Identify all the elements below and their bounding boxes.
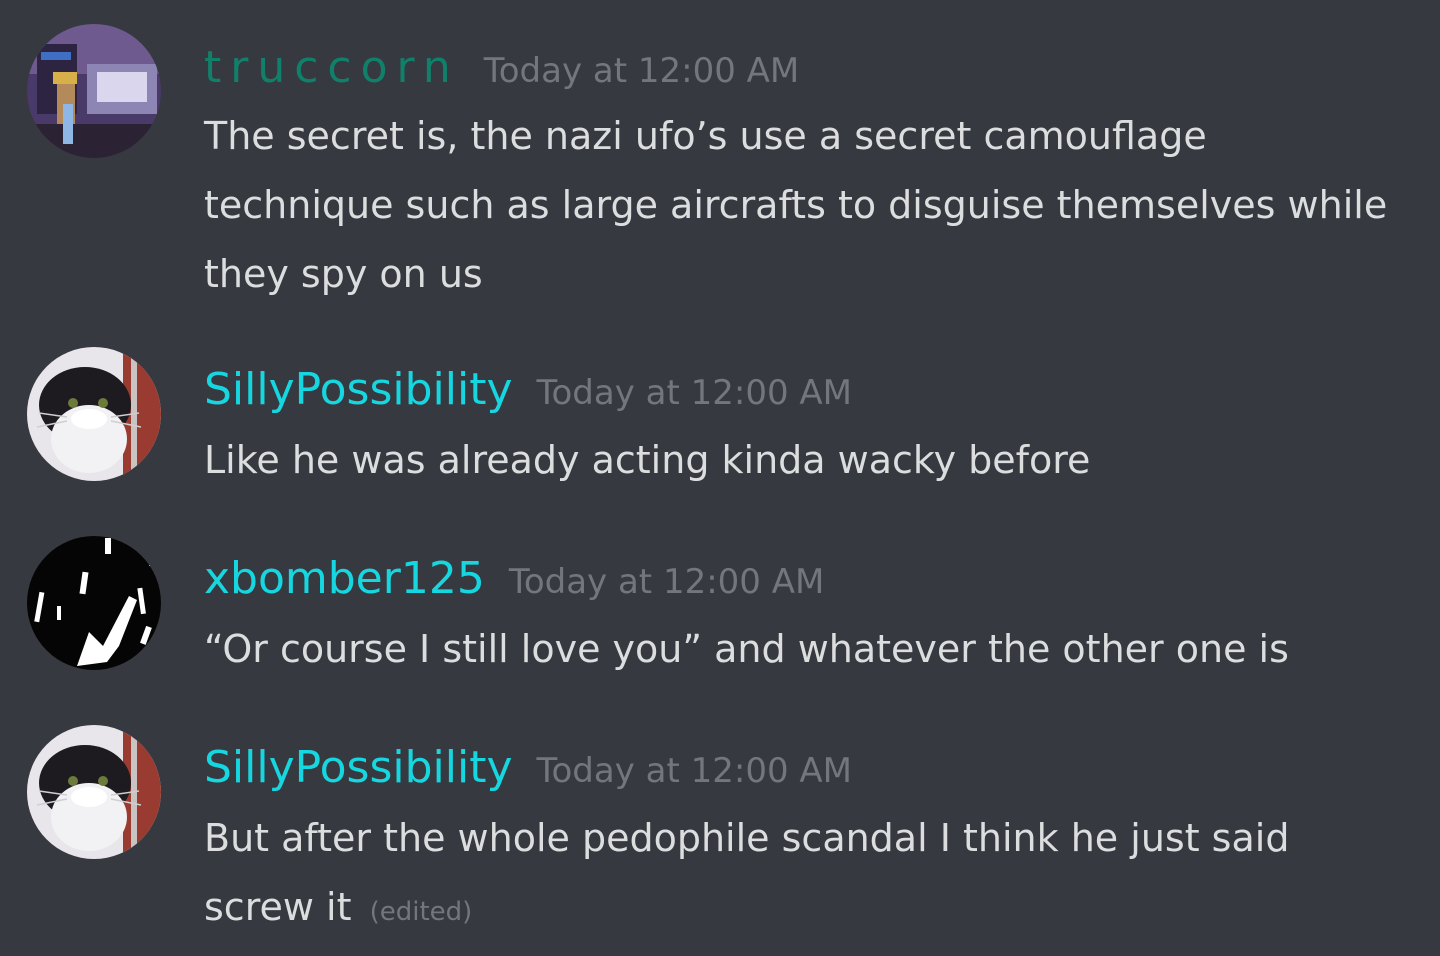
username[interactable]: SillyPossibility <box>204 746 513 790</box>
message-text: But after the whole pedophile scandal I … <box>204 816 1290 929</box>
message-text: “Or course I still love you” and whateve… <box>204 627 1289 671</box>
avatar-street-scene-icon <box>27 24 161 158</box>
username[interactable]: SillyPossibility <box>204 368 513 412</box>
timestamp: Today at 12:00 AM <box>536 373 853 413</box>
message-content: “Or course I still love you” and whateve… <box>204 615 1404 684</box>
timestamp: Today at 12:00 AM <box>483 51 800 91</box>
message-content: The secret is, the nazi ufo’s use a secr… <box>204 102 1404 309</box>
avatar[interactable] <box>27 536 161 670</box>
edited-label: (edited) <box>369 897 473 927</box>
username[interactable]: truccorn <box>204 46 460 90</box>
avatar[interactable] <box>27 725 161 859</box>
avatar[interactable] <box>27 24 161 158</box>
chat-messages: truccorn Today at 12:00 AM The secret is… <box>0 0 1440 956</box>
message-header: xbomber125 Today at 12:00 AM <box>204 557 824 601</box>
timestamp: Today at 12:00 AM <box>508 562 825 602</box>
message-header: SillyPossibility Today at 12:00 AM <box>204 368 852 412</box>
avatar-cat-icon <box>27 347 161 481</box>
message-header: SillyPossibility Today at 12:00 AM <box>204 746 852 790</box>
avatar[interactable] <box>27 347 161 481</box>
message-header: truccorn Today at 12:00 AM <box>204 46 799 90</box>
message-content: But after the whole pedophile scandal I … <box>204 804 1404 947</box>
message-content: Like he was already acting kinda wacky b… <box>204 426 1404 495</box>
timestamp: Today at 12:00 AM <box>536 751 853 791</box>
message-text: Like he was already acting kinda wacky b… <box>204 438 1091 482</box>
username[interactable]: xbomber125 <box>204 557 485 601</box>
avatar-cat-icon <box>27 725 161 859</box>
message-text: The secret is, the nazi ufo’s use a secr… <box>204 114 1388 296</box>
avatar-abstract-icon <box>27 536 161 670</box>
